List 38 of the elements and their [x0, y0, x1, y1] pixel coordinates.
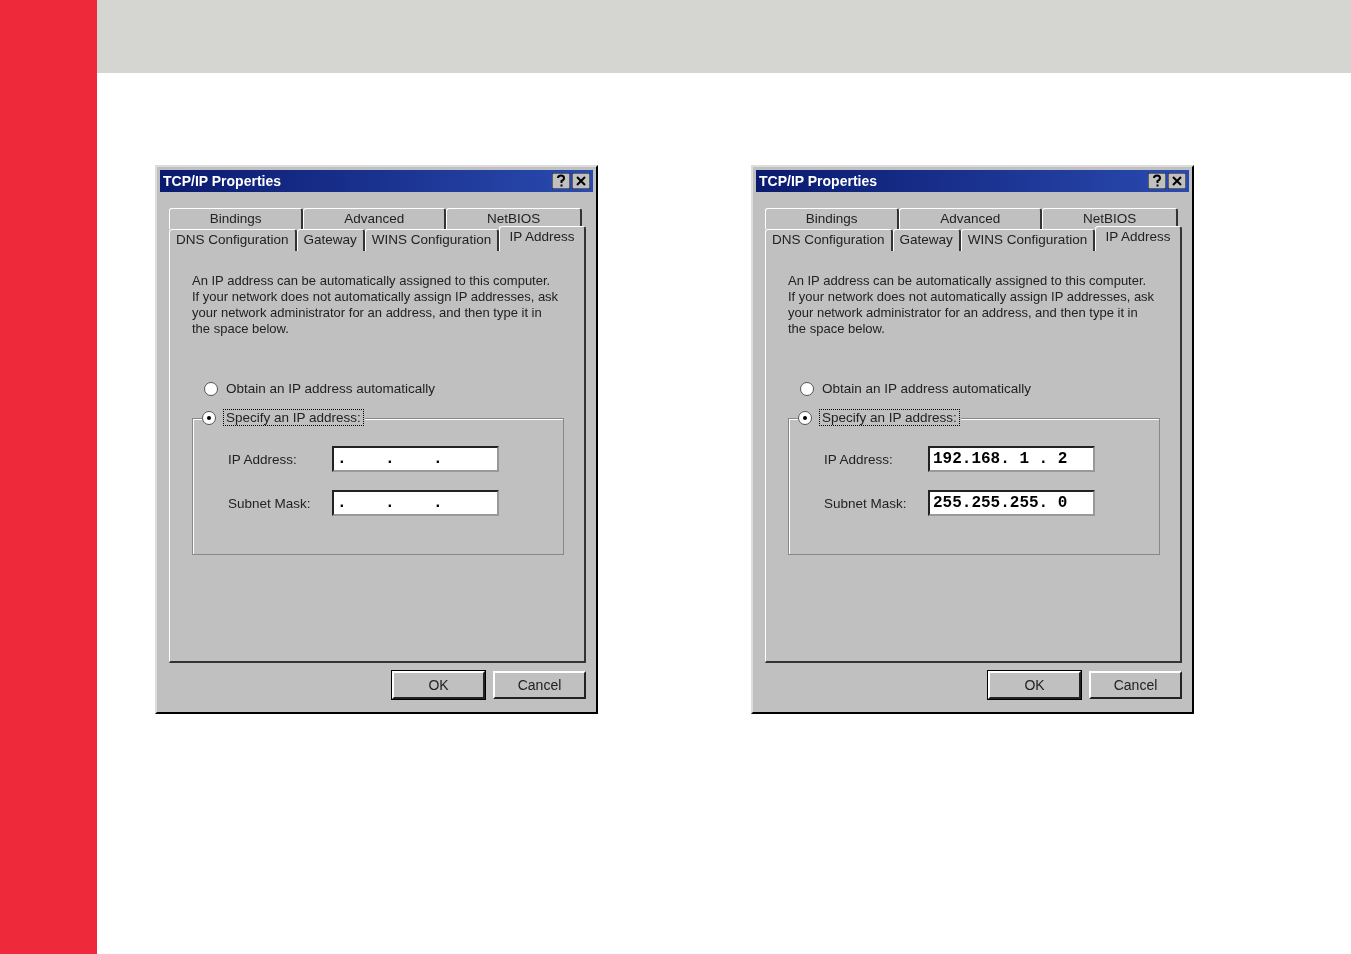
tab[interactable]: Gateway — [296, 229, 365, 251]
window-title: TCP/IP Properties — [759, 173, 877, 189]
description-text: An IP address can be automatically assigned to this computer. If your network does not automatically assign IP addresses, ask your network administrator for an address, and then type it in the space below. — [192, 273, 560, 337]
field-label: IP Address: — [824, 451, 894, 467]
radio-label[interactable]: Specify an IP address: — [224, 410, 363, 425]
radio-label[interactable]: Obtain an IP address automatically — [226, 381, 436, 396]
tab[interactable]: Advanced — [899, 208, 1043, 229]
radio-button[interactable] — [800, 381, 814, 396]
input-field[interactable]: 192.168. 1 . 2 — [928, 446, 1095, 472]
tab[interactable]: Gateway — [892, 229, 961, 251]
tab[interactable]: IP Address — [1095, 226, 1182, 251]
close-icon[interactable] — [572, 173, 590, 189]
tab[interactable]: Advanced — [303, 208, 447, 229]
help-icon[interactable] — [1148, 173, 1166, 189]
tab[interactable]: IP Address — [499, 226, 586, 251]
radio-label[interactable]: Specify an IP address: — [820, 410, 959, 425]
window-title: TCP/IP Properties — [163, 173, 281, 189]
dialog-button[interactable]: OK — [392, 671, 485, 699]
radio-button[interactable] — [798, 410, 812, 425]
tab[interactable]: Bindings — [169, 208, 304, 229]
dialog-button[interactable]: Cancel — [493, 671, 586, 699]
input-field[interactable]: 255.255.255. 0 — [928, 490, 1095, 516]
close-icon[interactable] — [1168, 173, 1186, 189]
radio-button[interactable] — [204, 381, 218, 396]
input-field[interactable]: . . . — [332, 490, 499, 516]
dialog-button[interactable]: OK — [988, 671, 1081, 699]
radio-label[interactable]: Obtain an IP address automatically — [822, 381, 1032, 396]
field-label: Subnet Mask: — [228, 495, 312, 511]
description-text: An IP address can be automatically assigned to this computer. If your network does not automatically assign IP addresses, ask your network administrator for an address, and then type it in the space below. — [788, 273, 1156, 337]
tab[interactable]: Bindings — [765, 208, 900, 229]
field-label: Subnet Mask: — [824, 495, 908, 511]
help-icon[interactable] — [552, 173, 570, 189]
field-label: IP Address: — [228, 451, 298, 467]
tab[interactable]: DNS Configuration — [169, 229, 297, 251]
input-field[interactable]: . . . — [332, 446, 499, 472]
tab[interactable]: DNS Configuration — [765, 229, 893, 251]
radio-button[interactable] — [202, 410, 216, 425]
dialog-button[interactable]: Cancel — [1089, 671, 1182, 699]
